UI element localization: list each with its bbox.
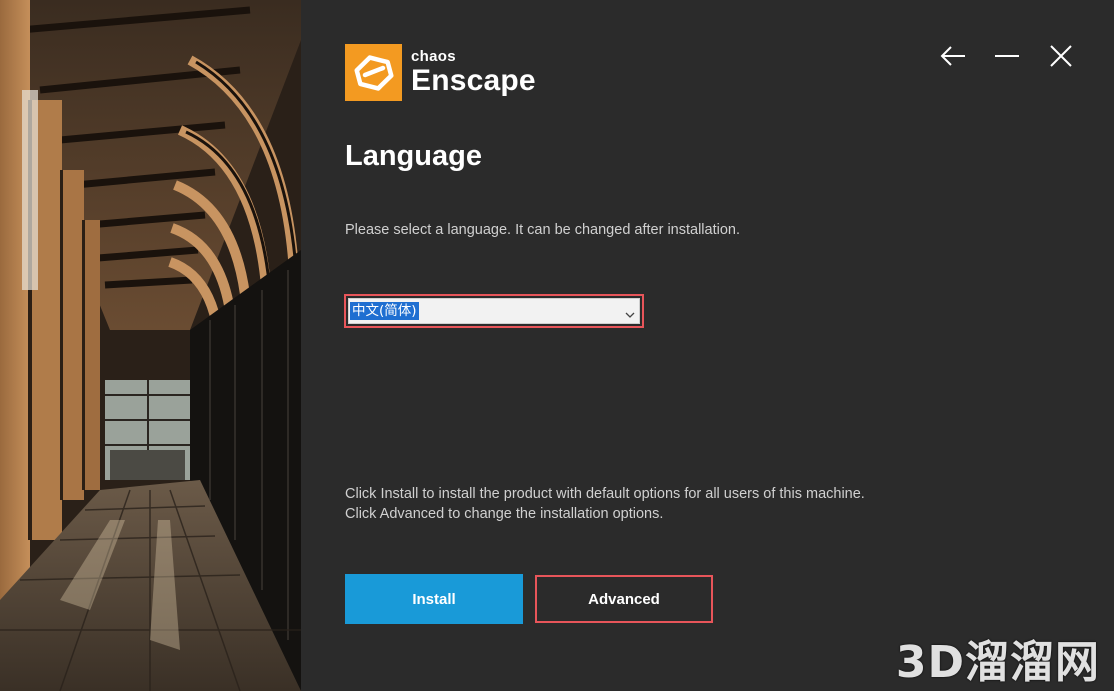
enscape-logo-icon (345, 44, 402, 101)
corridor-photo (0, 0, 301, 691)
logo-text: chaos Enscape (411, 49, 536, 96)
page-description: Please select a language. It can be chan… (345, 222, 740, 238)
back-arrow-icon[interactable] (939, 42, 967, 70)
minimize-icon[interactable] (993, 42, 1021, 70)
language-select-value: 中文(简体) (350, 302, 419, 320)
chevron-down-icon[interactable] (625, 306, 635, 324)
language-select-highlight: 中文(简体) (344, 294, 644, 328)
info-line-install: Click Install to install the product wit… (345, 486, 865, 502)
install-button[interactable]: Install (345, 574, 523, 624)
info-line-advanced: Click Advanced to change the installatio… (345, 506, 664, 522)
advanced-button[interactable]: Advanced (535, 575, 713, 623)
installer-panel: chaos Enscape Language Please select a l… (301, 0, 1114, 691)
page-title: Language (345, 140, 482, 172)
logo-product: Enscape (411, 64, 536, 97)
logo-brand: chaos (411, 48, 456, 65)
language-select[interactable]: 中文(简体) (348, 298, 640, 324)
install-info: Click Install to install the product wit… (345, 484, 865, 524)
enscape-logo: chaos Enscape (345, 44, 536, 101)
close-icon[interactable] (1047, 42, 1075, 70)
watermark-text: 3D溜溜网 (895, 637, 1100, 688)
